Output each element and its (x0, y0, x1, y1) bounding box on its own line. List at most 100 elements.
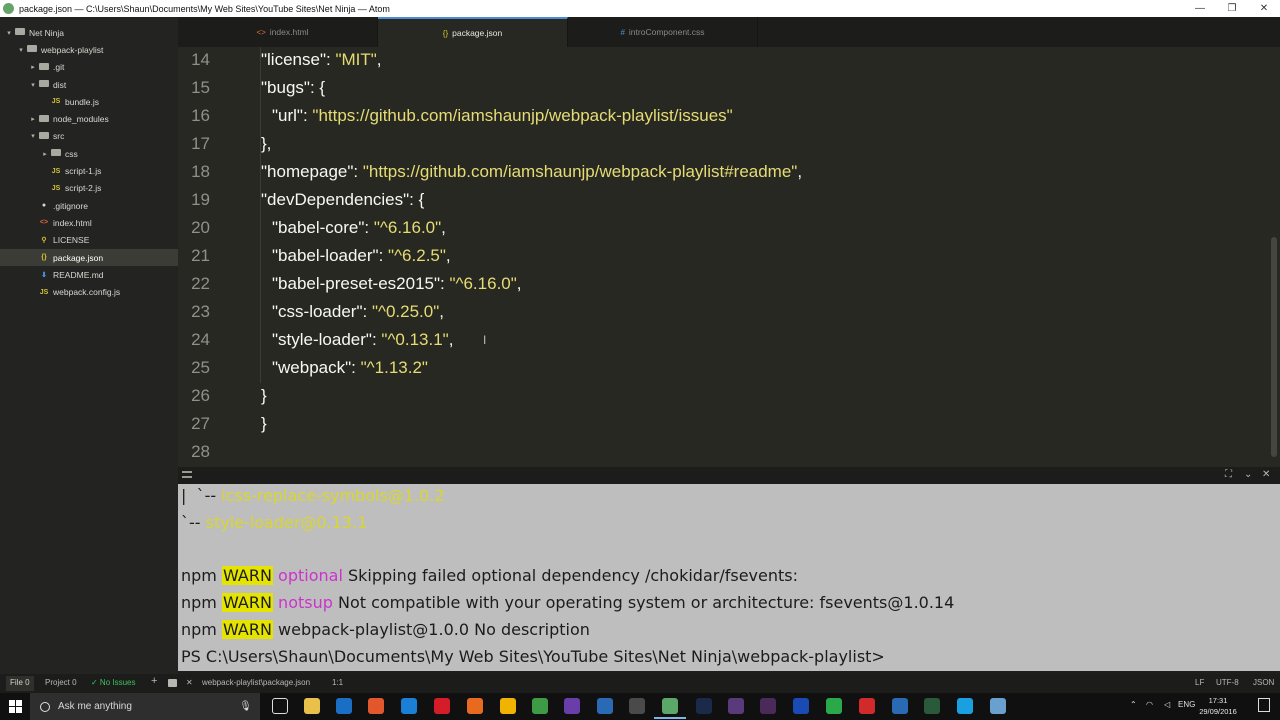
tree-item-bundle-js[interactable]: JS bundle.js (0, 93, 178, 110)
project-count[interactable]: Project 0 (45, 678, 77, 687)
firefox-icon[interactable] (467, 698, 483, 714)
cortana-search[interactable]: Ask me anything 🎙 (30, 693, 260, 720)
tree-item-gitignore[interactable]: ● .gitignore (0, 197, 178, 214)
scrollbar-thumb[interactable] (1271, 237, 1277, 457)
code-editor[interactable]: I 14 "license": "MIT", 15 "bugs": {16 "url":… (178, 47, 1280, 467)
tree-item-readme-md[interactable]: ⬇ README.md (0, 266, 178, 283)
warn-type: notsup (278, 593, 333, 613)
tree-item-webpack-playlist[interactable]: ▾ webpack-playlist (0, 41, 178, 58)
line-number: 22 (191, 274, 210, 293)
minimize-button[interactable]: — (1184, 3, 1216, 14)
action-center-icon[interactable] (1258, 698, 1270, 712)
punctuation-token: , (445, 246, 451, 265)
tree-item-net-ninja[interactable]: ▾ Net Ninja (0, 24, 178, 41)
skype-icon[interactable] (957, 698, 973, 714)
terminal-icon[interactable] (168, 679, 177, 687)
tab-introcomponent-css[interactable]: # introComponent.css (568, 17, 758, 47)
tree-item-node-modules[interactable]: ▸ node_modules (0, 110, 178, 127)
edge-icon[interactable] (401, 698, 417, 714)
encoding[interactable]: UTF-8 (1216, 678, 1239, 687)
premiere-icon[interactable] (760, 698, 776, 714)
code-line: 27} (178, 410, 267, 438)
code-line: 24 "style-loader": "^0.13.1", (178, 326, 453, 354)
linter-status[interactable]: ✓ No Issues (91, 678, 136, 687)
code-text: "style-loader": "^0.13.1", (261, 330, 453, 350)
punctuation-token: : (302, 106, 313, 125)
opera-icon[interactable] (434, 698, 450, 714)
shield-icon[interactable] (826, 698, 842, 714)
line-ending[interactable]: LF (1195, 678, 1204, 687)
chrome-icon[interactable] (532, 698, 548, 714)
chrome-canary-icon[interactable] (500, 698, 516, 714)
tree-item-label: Net Ninja (29, 27, 64, 38)
photoshop-icon[interactable] (696, 698, 712, 714)
panel-menu-icon[interactable] (182, 471, 192, 478)
folder-icon (38, 131, 50, 141)
notepad-icon[interactable] (990, 698, 1006, 714)
close-terminal-icon[interactable]: ✕ (186, 678, 193, 687)
new-terminal-icon[interactable]: + (151, 675, 157, 687)
notes-icon[interactable] (924, 698, 940, 714)
sourcetree-icon[interactable] (597, 698, 613, 714)
media-player-icon[interactable] (793, 698, 809, 714)
system-clock[interactable]: 17:31 29/09/2016 (1192, 695, 1244, 717)
office-icon[interactable] (368, 698, 384, 714)
tree-item-label: script-2.js (65, 183, 102, 194)
tree-item-script-2-js[interactable]: JS script-2.js (0, 180, 178, 197)
grammar[interactable]: JSON (1253, 678, 1274, 687)
start-button[interactable] (0, 693, 30, 720)
tree-item-git[interactable]: ▸ .git (0, 59, 178, 76)
tab-label: index.html (269, 27, 309, 37)
code-line: 26} (178, 382, 267, 410)
tree-item-index-html[interactable]: <> index.html (0, 214, 178, 231)
js-file-icon: JS (51, 184, 61, 192)
code-line: 18 "homepage": "https://github.com/iamsha… (178, 158, 802, 186)
obs-icon[interactable] (728, 698, 744, 714)
terminal-line: npm WARN optional Skipping failed option… (181, 562, 798, 589)
line-number: 20 (191, 218, 210, 237)
tree-item-src[interactable]: ▾ src (0, 128, 178, 145)
close-panel-icon[interactable]: ✕ (1262, 469, 1270, 480)
settings-icon[interactable] (892, 698, 908, 714)
tree-item-webpack-config-js[interactable]: JS webpack.config.js (0, 283, 178, 300)
string-token: "^6.2.5" (388, 246, 446, 265)
restore-button[interactable]: ❐ (1216, 3, 1248, 14)
code-text: "devDependencies": { (261, 190, 424, 210)
chevron-up-icon[interactable]: ⌃ (1130, 700, 1137, 709)
chevron-down-icon: ▾ (31, 133, 35, 141)
tab-index-html[interactable]: <> index.html (188, 17, 378, 47)
key-token: "url" (272, 106, 303, 125)
tab-package-json[interactable]: {} package.json (378, 17, 568, 47)
tree-item-dist[interactable]: ▾ dist (0, 76, 178, 93)
key-token: "style-loader" (272, 330, 372, 349)
atom-window: package.json — C:\Users\Shaun\Documents\… (0, 0, 1280, 720)
tree-item-package-json[interactable]: {} package.json (0, 248, 178, 267)
task-view-icon[interactable] (272, 698, 288, 714)
line-number: 28 (191, 442, 210, 461)
outlook-icon[interactable] (336, 698, 352, 714)
code-line: 17}, (178, 130, 271, 158)
file-count[interactable]: File 0 (6, 676, 34, 691)
file-path[interactable]: webpack-playlist\package.json (202, 678, 310, 687)
tree-item-script-1-js[interactable]: JS script-1.js (0, 162, 178, 179)
terminal-panel[interactable]: | `-- icss-replace-symbols@1.0.2 `-- styl… (178, 484, 1280, 671)
tree-item-css[interactable]: ▸ css (0, 145, 178, 162)
json-file-icon: {} (41, 254, 47, 261)
screen-icon[interactable] (629, 698, 645, 714)
code-line: 19 "devDependencies": { (178, 186, 424, 214)
red-app-icon[interactable] (859, 698, 875, 714)
editor-scrollbar[interactable] (1268, 47, 1280, 467)
key-token: "babel-core" (272, 218, 365, 237)
atom-icon[interactable] (654, 698, 686, 719)
microphone-icon[interactable]: 🎙 (239, 701, 252, 712)
cursor-position[interactable]: 1:1 (332, 678, 343, 687)
wifi-icon[interactable]: ◠ (1146, 700, 1153, 709)
maximize-panel-icon[interactable]: ⛶ (1225, 469, 1232, 480)
tree-item-license[interactable]: ⚲ LICENSE (0, 232, 178, 249)
chevron-down-icon[interactable]: ⌄ (1244, 469, 1252, 480)
file-explorer-icon[interactable] (304, 698, 320, 714)
close-button[interactable]: ✕ (1248, 3, 1280, 14)
volume-icon[interactable]: ◁ (1164, 700, 1170, 709)
visual-studio-icon[interactable] (564, 698, 580, 714)
key-token: "bugs" (261, 78, 310, 97)
